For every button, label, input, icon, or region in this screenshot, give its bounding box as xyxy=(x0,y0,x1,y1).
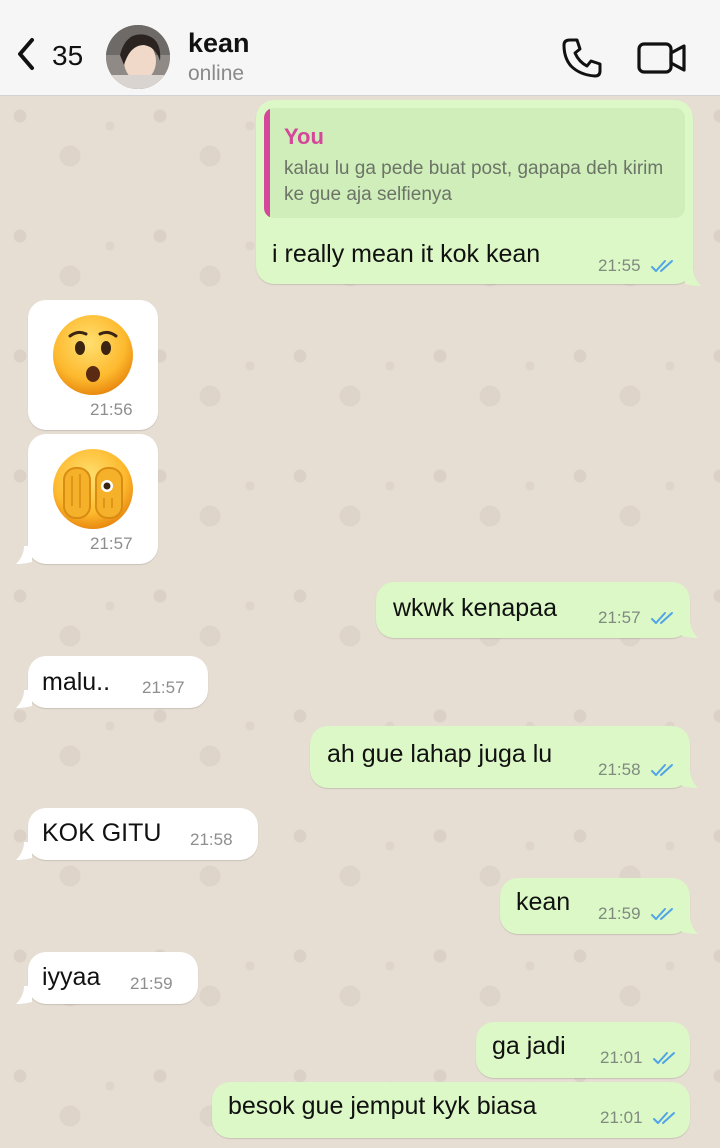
voice-call-button[interactable] xyxy=(560,36,604,80)
read-ticks-icon xyxy=(650,610,678,626)
read-ticks-icon xyxy=(650,258,678,274)
message-text: ga jadi xyxy=(492,1032,566,1060)
message-time: 21:55 xyxy=(598,256,641,275)
message-time: 21:59 xyxy=(130,974,173,993)
chat-screen: 35 kean online You kalau lu ga pede buat… xyxy=(0,0,720,1148)
chat-header: 35 kean online xyxy=(0,0,720,96)
bubble-tail xyxy=(16,546,32,564)
quote-author: You xyxy=(284,124,324,149)
message-bubble-outgoing[interactable]: You kalau lu ga pede buat post, gapapa d… xyxy=(256,100,701,286)
read-ticks-icon xyxy=(650,762,678,778)
message-time: 21:01 xyxy=(600,1108,643,1127)
message-text: wkwk kenapaa xyxy=(393,594,557,622)
message-time: 21:57 xyxy=(142,678,185,697)
message-bubble-outgoing[interactable]: ah gue lahap juga lu 21:58 xyxy=(310,726,698,788)
bubble-tail xyxy=(16,842,32,860)
message-text: ah gue lahap juga lu xyxy=(327,740,553,768)
quoted-message[interactable]: You kalau lu ga pede buat post, gapapa d… xyxy=(264,108,685,218)
message-bubble-outgoing[interactable]: ga jadi 21:01 xyxy=(476,1022,690,1078)
unread-count: 35 xyxy=(52,40,84,71)
read-ticks-icon xyxy=(650,906,678,922)
bubble-tail xyxy=(682,770,698,788)
message-time: 21:58 xyxy=(190,830,233,849)
read-ticks-icon xyxy=(652,1110,680,1126)
message-text: malu.. xyxy=(42,668,111,696)
contact-avatar[interactable] xyxy=(106,25,170,89)
bubble-tail xyxy=(682,620,698,638)
quote-text: kalau lu ga pede buat post, gapapa deh k… xyxy=(284,158,664,205)
message-text: kean xyxy=(516,888,571,916)
message-bubble-incoming[interactable]: iyyaa 21:59 xyxy=(16,952,198,1004)
message-bubble-outgoing[interactable]: besok gue jemput kyk biasa 21:01 xyxy=(212,1082,690,1138)
message-time: 21:56 xyxy=(90,400,133,419)
bubble-tail xyxy=(16,986,32,1004)
message-time: 21:57 xyxy=(90,534,133,553)
hushed-face-icon xyxy=(50,312,136,398)
read-ticks-icon xyxy=(652,1050,680,1066)
message-time: 21:01 xyxy=(600,1048,643,1067)
bubble-tail xyxy=(16,690,32,708)
message-text: iyyaa xyxy=(42,963,101,991)
message-bubble-incoming[interactable]: malu.. 21:57 xyxy=(16,656,208,708)
message-bubble-outgoing[interactable]: wkwk kenapaa 21:57 xyxy=(376,582,698,638)
message-time: 21:57 xyxy=(598,608,641,627)
message-bubble-incoming[interactable]: 21:57 xyxy=(16,434,158,564)
video-camera-icon xyxy=(636,38,688,78)
bubble-tail xyxy=(685,268,701,286)
bubble-tail xyxy=(682,916,698,934)
message-bubble-outgoing[interactable]: kean 21:59 xyxy=(500,878,698,934)
message-bubble-incoming[interactable]: KOK GITU 21:58 xyxy=(16,808,258,860)
back-button[interactable]: 35 xyxy=(12,28,92,84)
message-text: besok gue jemput kyk biasa xyxy=(228,1092,537,1120)
face-with-peeking-eye-icon xyxy=(50,446,136,532)
phone-icon xyxy=(560,36,604,80)
message-list[interactable]: You kalau lu ga pede buat post, gapapa d… xyxy=(0,96,720,1148)
message-text: KOK GITU xyxy=(42,819,162,847)
quote-accent-bar xyxy=(264,108,270,218)
message-bubble-incoming[interactable]: 21:56 xyxy=(28,300,158,430)
chevron-left-icon xyxy=(12,34,40,79)
contact-status: online xyxy=(188,62,245,85)
message-time: 21:58 xyxy=(598,760,641,779)
message-text: i really mean it kok kean xyxy=(272,240,541,268)
contact-name[interactable]: kean xyxy=(188,28,250,59)
video-call-button[interactable] xyxy=(636,38,688,78)
message-time: 21:59 xyxy=(598,904,641,923)
